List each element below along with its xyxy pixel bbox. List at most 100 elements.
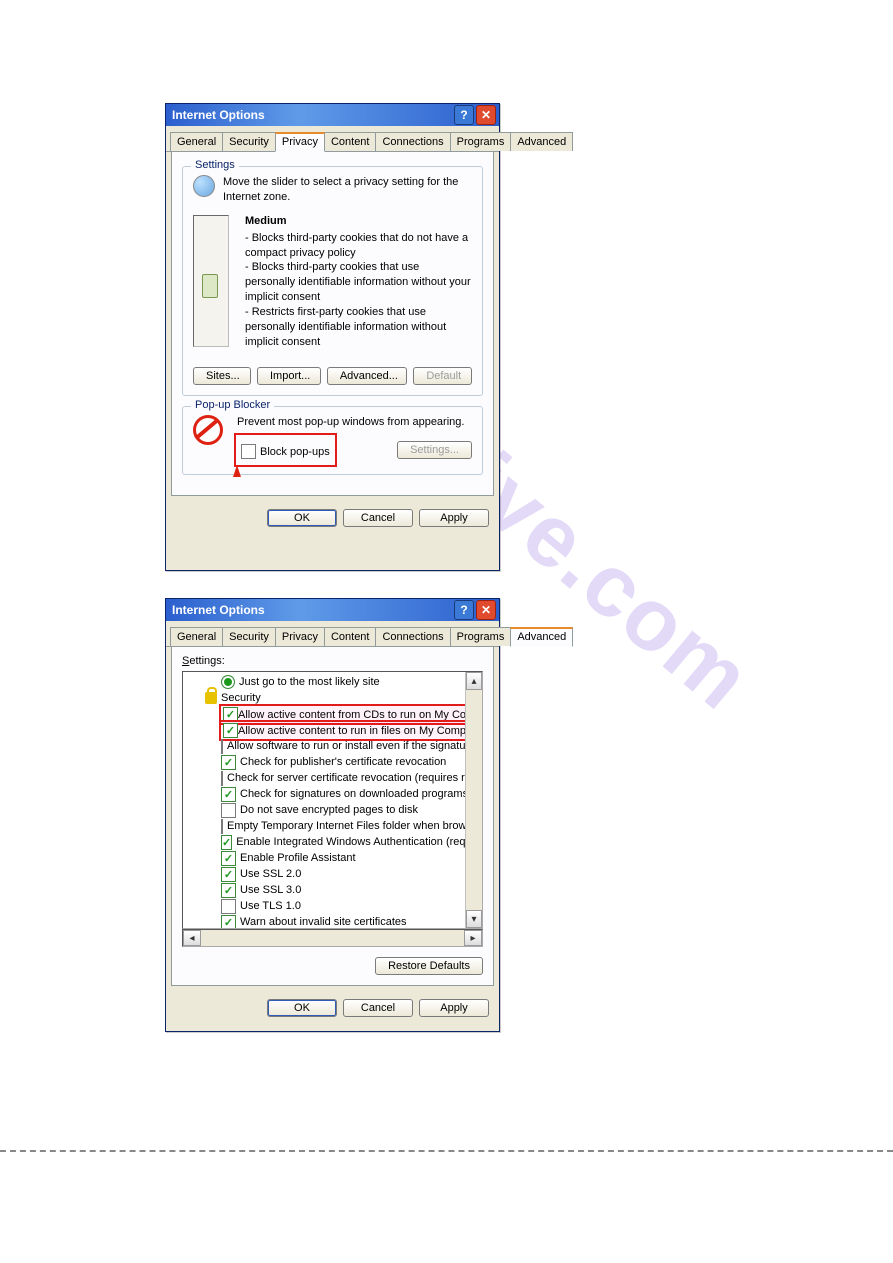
- checkbox-empty-icon[interactable]: [221, 819, 223, 834]
- privacy-bullet-2: - Blocks third-party cookies that use pe…: [245, 260, 472, 305]
- checkbox-empty-icon[interactable]: [221, 899, 236, 914]
- horizontal-scrollbar[interactable]: ◂ ▸: [182, 929, 483, 947]
- tree-row[interactable]: ✓Allow active content from CDs to run on…: [189, 706, 480, 722]
- tab-advanced[interactable]: Advanced: [510, 132, 573, 151]
- privacy-bullet-3: - Restricts first-party cookies that use…: [245, 305, 472, 350]
- tree-item-label: Allow software to run or install even if…: [227, 740, 483, 752]
- tree-row[interactable]: ✓Check for publisher's certificate revoc…: [189, 754, 480, 770]
- checkbox-checked-icon[interactable]: ✓: [221, 835, 232, 850]
- tab-security[interactable]: Security: [222, 132, 276, 151]
- tree-item-label: Do not save encrypted pages to disk: [240, 804, 418, 816]
- scroll-up-button[interactable]: ▴: [466, 672, 482, 690]
- checkbox-empty-icon[interactable]: [221, 739, 223, 754]
- annotation-arrow-up-icon: [233, 465, 241, 477]
- lock-icon: [205, 692, 217, 704]
- close-button[interactable]: ✕: [476, 600, 496, 620]
- help-button[interactable]: ?: [454, 105, 474, 125]
- apply-button[interactable]: Apply: [419, 999, 489, 1017]
- restore-defaults-button[interactable]: Restore Defaults: [375, 957, 483, 975]
- titlebar: Internet Options ? ✕: [166, 104, 499, 126]
- cancel-button[interactable]: Cancel: [343, 999, 413, 1017]
- tree-row[interactable]: ✓Use SSL 2.0: [189, 866, 480, 882]
- tree-category-security[interactable]: Security: [189, 690, 480, 706]
- ok-button[interactable]: OK: [267, 999, 337, 1017]
- checkbox-checked-icon[interactable]: ✓: [221, 787, 236, 802]
- tab-connections[interactable]: Connections: [375, 627, 450, 646]
- sites-button[interactable]: Sites...: [193, 367, 251, 385]
- tree-row[interactable]: Just go to the most likely site: [189, 674, 480, 690]
- tab-content[interactable]: Content: [324, 132, 377, 151]
- popup-settings-button[interactable]: Settings...: [397, 441, 472, 459]
- tab-privacy[interactable]: Privacy: [275, 132, 325, 152]
- block-popups-label: Block pop-ups: [260, 446, 330, 458]
- tab-general[interactable]: General: [170, 627, 223, 646]
- tab-general[interactable]: General: [170, 132, 223, 151]
- tab-advanced[interactable]: Advanced: [510, 627, 573, 647]
- settings-group: Settings Move the slider to select a pri…: [182, 166, 483, 396]
- checkbox-checked-icon[interactable]: ✓: [221, 851, 236, 866]
- titlebar-buttons: ? ✕: [454, 600, 496, 620]
- tree-row[interactable]: Do not save encrypted pages to disk: [189, 802, 480, 818]
- tree-row[interactable]: ✓Enable Profile Assistant: [189, 850, 480, 866]
- checkbox-checked-icon[interactable]: ✓: [221, 755, 236, 770]
- block-popups-highlight: Block pop-ups: [237, 436, 334, 464]
- tree-item-label: Use SSL 3.0: [240, 884, 301, 896]
- annotation-highlight: ✓Allow active content to run in files on…: [221, 722, 483, 739]
- tab-privacy[interactable]: Privacy: [275, 627, 325, 646]
- advanced-panel: Settings: Just go to the most likely sit…: [171, 647, 494, 986]
- import-button[interactable]: Import...: [257, 367, 321, 385]
- checkbox-checked-icon[interactable]: ✓: [221, 915, 236, 930]
- checkbox-checked-icon[interactable]: ✓: [223, 707, 238, 722]
- tree-category-label: Security: [221, 692, 261, 704]
- tree-row[interactable]: ✓ Enable Integrated Windows Authenticatio…: [189, 834, 480, 850]
- scroll-down-button[interactable]: ▾: [466, 910, 482, 928]
- slider-thumb[interactable]: [202, 274, 218, 298]
- checkbox-checked-icon[interactable]: ✓: [221, 883, 236, 898]
- ok-button[interactable]: OK: [267, 509, 337, 527]
- tab-content[interactable]: Content: [324, 627, 377, 646]
- cancel-button[interactable]: Cancel: [343, 509, 413, 527]
- vertical-scrollbar[interactable]: ▴ ▾: [465, 672, 482, 928]
- checkbox-checked-icon[interactable]: ✓: [223, 723, 238, 738]
- tree-row[interactable]: Empty Temporary Internet Files folder wh…: [189, 818, 480, 834]
- tabstrip: General Security Privacy Content Connect…: [166, 621, 499, 647]
- tree-item-label: Enable Integrated Windows Authentication…: [236, 836, 483, 848]
- tab-programs[interactable]: Programs: [450, 132, 512, 151]
- tab-security[interactable]: Security: [222, 627, 276, 646]
- tree-item-label: Allow active content to run in files on …: [238, 725, 483, 737]
- tab-connections[interactable]: Connections: [375, 132, 450, 151]
- checkbox-empty-icon[interactable]: [221, 803, 236, 818]
- tree-row[interactable]: ✓Check for signatures on downloaded prog…: [189, 786, 480, 802]
- privacy-slider[interactable]: [193, 215, 229, 347]
- dialog-title: Internet Options: [172, 108, 265, 122]
- tree-item-label: Allow active content from CDs to run on …: [238, 709, 483, 721]
- radio-icon: [221, 675, 235, 689]
- tree-row[interactable]: ✓Warn about invalid site certificates: [189, 914, 480, 929]
- settings-tree[interactable]: Just go to the most likely site Security…: [182, 671, 483, 929]
- tree-row[interactable]: Allow software to run or install even if…: [189, 738, 480, 754]
- close-button[interactable]: ✕: [476, 105, 496, 125]
- advanced-button[interactable]: Advanced...: [327, 367, 407, 385]
- no-popups-icon: [193, 415, 223, 445]
- checkbox-empty-icon[interactable]: [221, 771, 223, 786]
- dialog-title: Internet Options: [172, 603, 265, 617]
- default-button[interactable]: Default: [413, 367, 472, 385]
- tree-item-label: Just go to the most likely site: [239, 676, 380, 688]
- titlebar: Internet Options ? ✕: [166, 599, 499, 621]
- scroll-left-button[interactable]: ◂: [183, 930, 201, 946]
- tree-row[interactable]: ✓ Use SSL 3.0: [189, 882, 480, 898]
- apply-button[interactable]: Apply: [419, 509, 489, 527]
- tree-row[interactable]: Check for server certificate revocation …: [189, 770, 480, 786]
- tree-row[interactable]: ✓Allow active content to run in files on…: [189, 722, 480, 738]
- dialog-buttons: OK Cancel Apply: [166, 501, 499, 535]
- settings-hint: Move the slider to select a privacy sett…: [223, 175, 472, 205]
- popup-blocker-group: Pop-up Blocker Prevent most pop-up windo…: [182, 406, 483, 475]
- tab-programs[interactable]: Programs: [450, 627, 512, 646]
- tree-row[interactable]: Use TLS 1.0: [189, 898, 480, 914]
- checkbox-checked-icon[interactable]: ✓: [221, 867, 236, 882]
- block-popups-checkbox[interactable]: [241, 444, 256, 459]
- privacy-bullet-1: - Blocks third-party cookies that do not…: [245, 231, 472, 261]
- scroll-right-button[interactable]: ▸: [464, 930, 482, 946]
- globe-icon: [193, 175, 215, 197]
- help-button[interactable]: ?: [454, 600, 474, 620]
